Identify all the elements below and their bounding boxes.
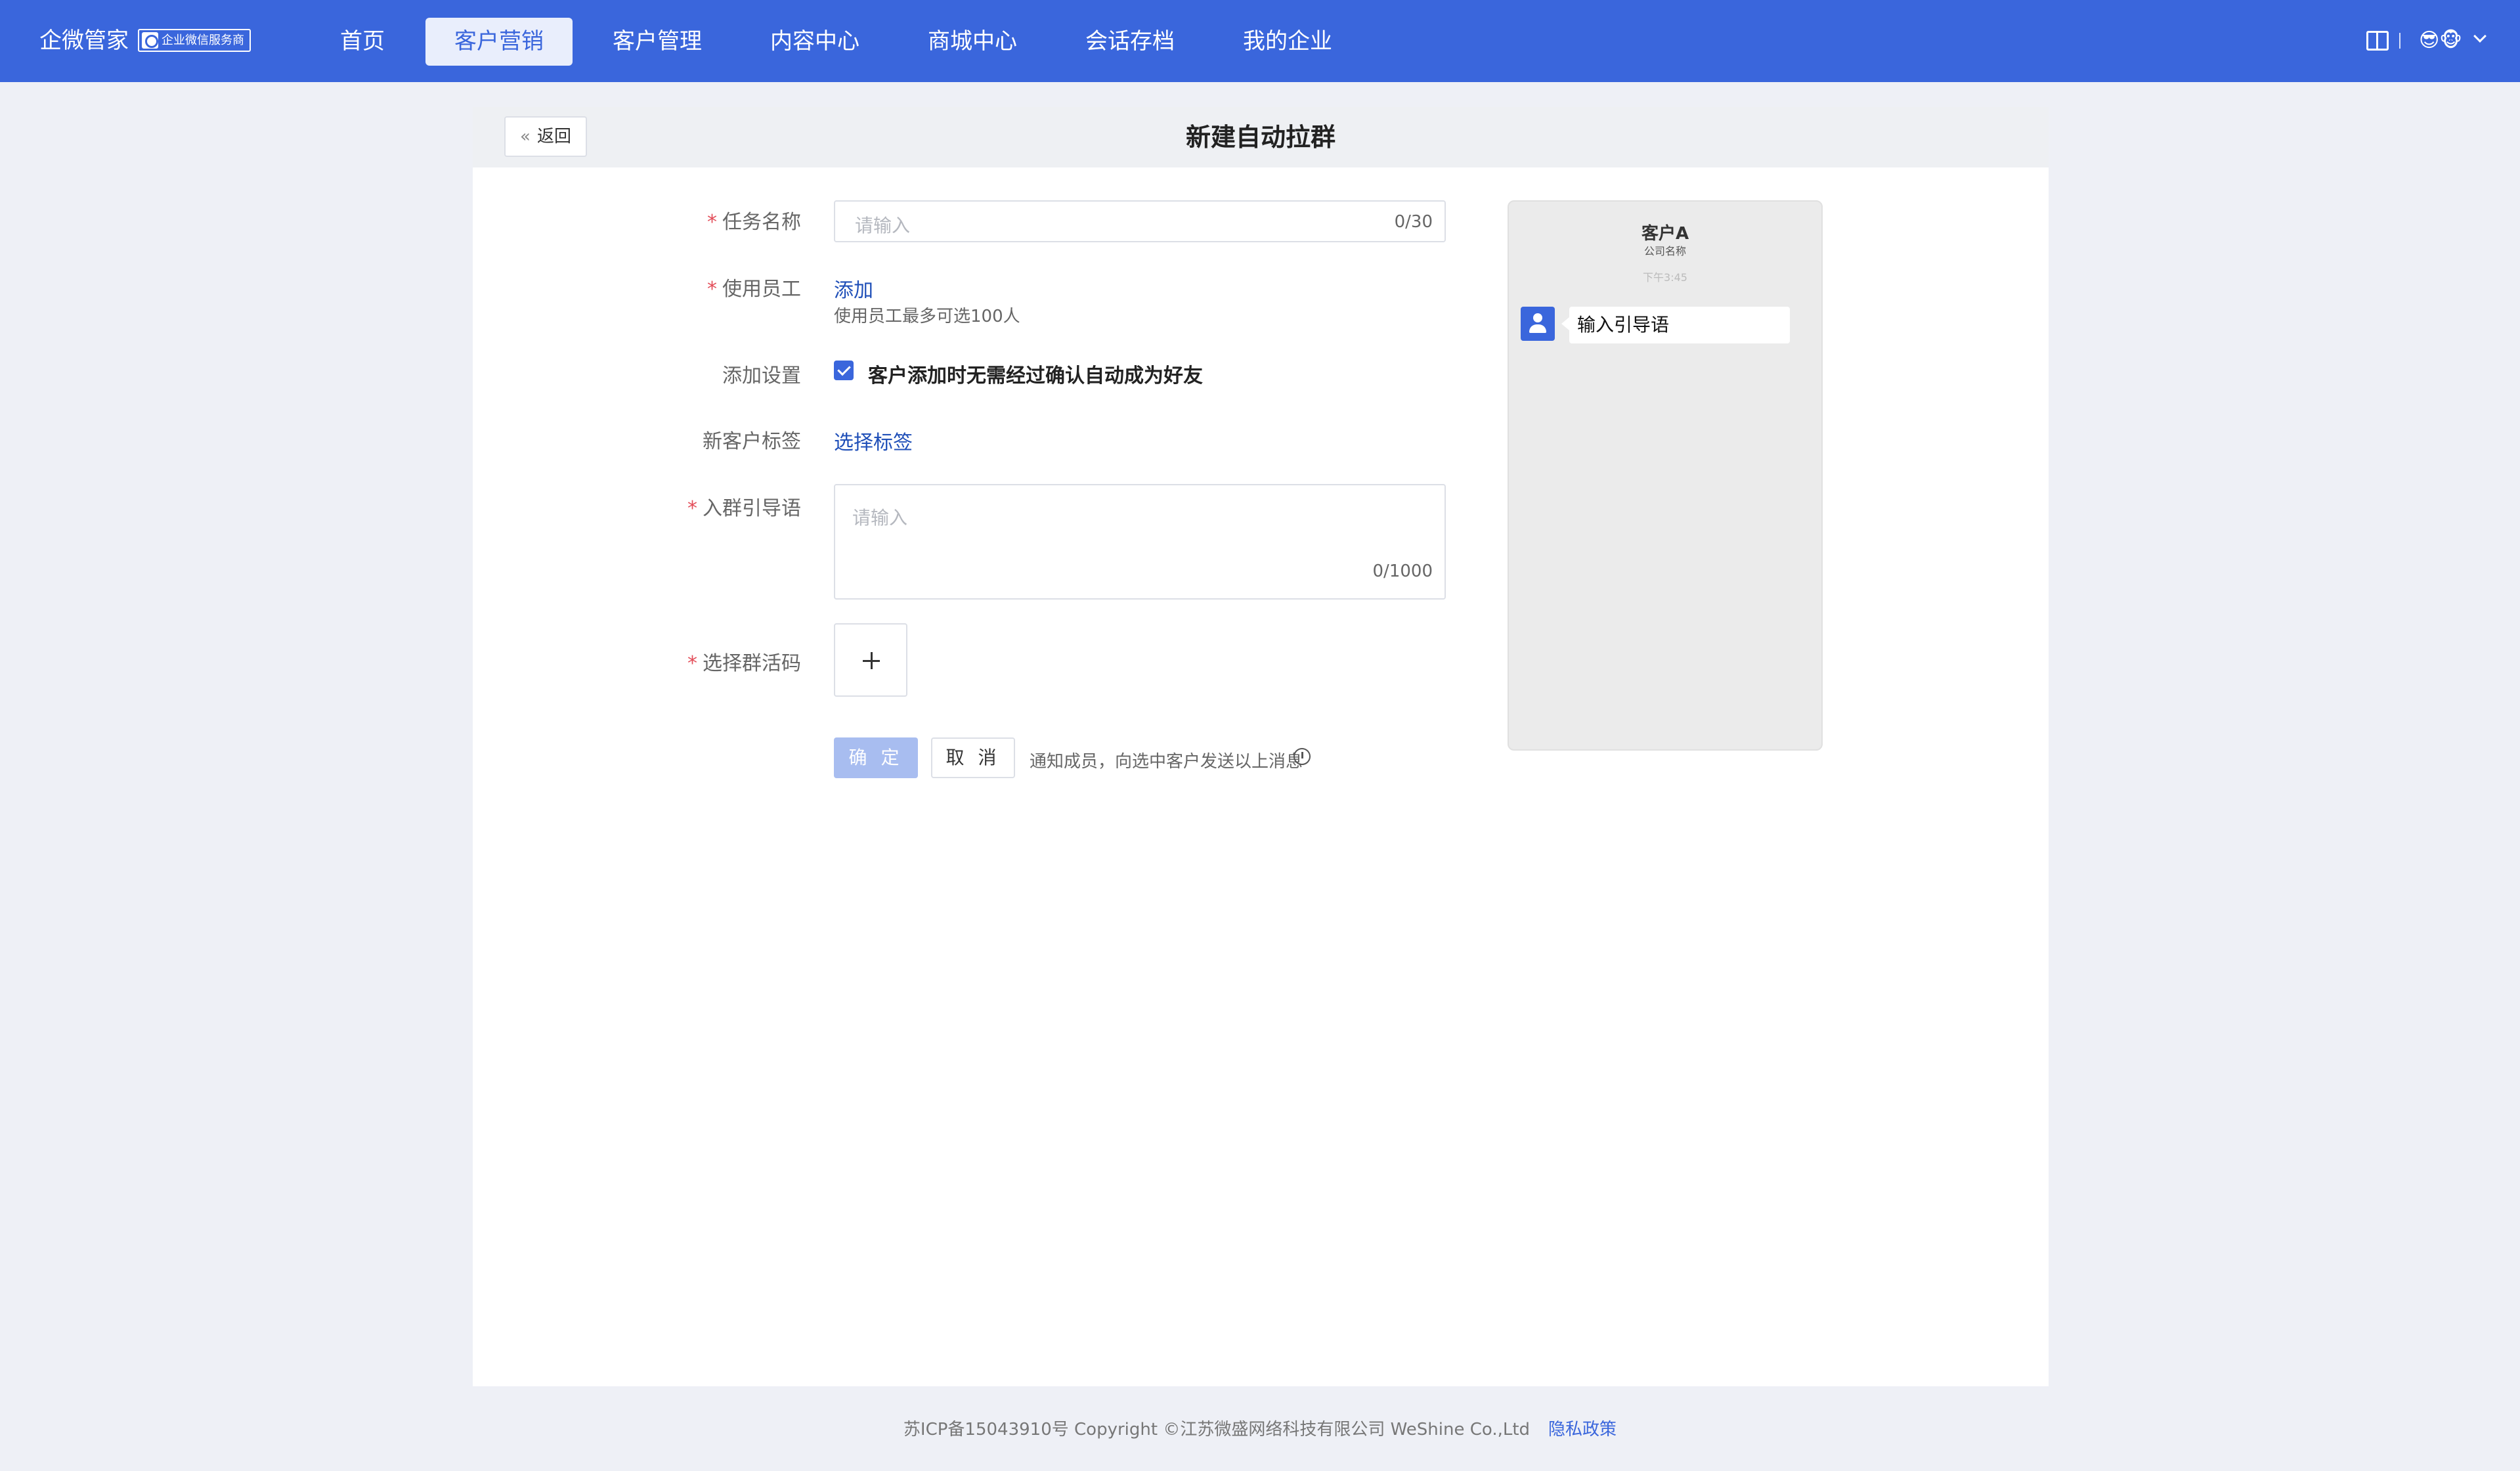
nav-item-chat-archive[interactable]: 会话存档 xyxy=(1078,18,1182,66)
auto-friend-option[interactable]: 客户添加时无需经过确认自动成为好友 xyxy=(868,359,1203,388)
guide-text-placeholder: 请输入 xyxy=(852,507,908,529)
add-setting-label: 添加设置 xyxy=(722,364,801,387)
brand-name[interactable]: 企微管家 xyxy=(39,25,129,56)
message-preview: 客户A 公司名称 下午3:45 输入引导语 xyxy=(1508,200,1823,751)
guide-text-textarea[interactable]: 请输入 0/1000 xyxy=(834,484,1446,600)
nav-item-customer-management[interactable]: 客户管理 xyxy=(605,18,709,66)
task-name-counter: 0/30 xyxy=(1394,212,1433,232)
guide-text-counter: 0/1000 xyxy=(1372,561,1433,581)
chevron-down-icon[interactable] xyxy=(2473,30,2487,43)
add-staff-link[interactable]: 添加 xyxy=(834,274,873,303)
double-chevron-left-icon: « xyxy=(520,127,531,146)
staff-label: * 使用员工 xyxy=(707,278,801,301)
new-customer-tags-label: 新客户标签 xyxy=(703,430,801,453)
book-icon[interactable] xyxy=(2366,31,2389,51)
copyright-text: 苏ICP备15043910号 Copyright ©江苏微盛网络科技有限公司 W… xyxy=(903,1420,1531,1439)
main-card: 新建自动拉群 « 返回 * 任务名称 请输入 0/30 * 使用员工 添加 使用员工… xyxy=(473,107,2049,1386)
required-mark: * xyxy=(707,278,717,301)
preview-time: 下午3:45 xyxy=(1643,271,1687,284)
guide-text-label: * 入群引导语 xyxy=(687,497,801,520)
footer: 苏ICP备15043910号 Copyright ©江苏微盛网络科技有限公司 W… xyxy=(0,1416,2520,1440)
task-name-label: * 任务名称 xyxy=(707,211,801,234)
card-header: 新建自动拉群 « 返回 xyxy=(473,107,2049,167)
user-area: 😎🐵 xyxy=(2316,25,2487,56)
notify-message: 通知成员，向选中客户发送以上消息 xyxy=(1030,752,1303,772)
back-button[interactable]: « 返回 xyxy=(504,116,587,157)
nav-item-content-center[interactable]: 内容中心 xyxy=(763,18,867,66)
nav-item-mall-center[interactable]: 商城中心 xyxy=(921,18,1024,66)
divider xyxy=(2399,33,2401,49)
user-icon xyxy=(1521,307,1555,341)
task-name-placeholder: 请输入 xyxy=(855,215,911,236)
service-provider-badge: 企业微信服务商 xyxy=(138,29,251,52)
select-tags-link[interactable]: 选择标签 xyxy=(834,426,913,455)
avatar[interactable]: 😎🐵 xyxy=(2419,28,2462,54)
required-mark: * xyxy=(687,652,697,675)
cancel-button[interactable]: 取 消 xyxy=(931,737,1015,778)
task-name-input[interactable]: 请输入 0/30 xyxy=(834,200,1446,242)
required-mark: * xyxy=(707,211,717,234)
group-code-label: * 选择群活码 xyxy=(687,652,801,675)
add-group-code-button[interactable] xyxy=(834,623,907,697)
preview-customer-name: 客户A xyxy=(1641,224,1689,244)
required-mark: * xyxy=(687,497,697,520)
preview-company: 公司名称 xyxy=(1643,245,1686,257)
info-icon[interactable] xyxy=(1293,748,1311,765)
top-nav-bar: 企微管家 企业微信服务商 首页 客户营销 客户管理 内容中心 商城中心 会话存档… xyxy=(0,0,2520,82)
page-title: 新建自动拉群 xyxy=(1185,123,1336,152)
preview-message-bubble: 输入引导语 xyxy=(1561,307,1790,343)
staff-limit-hint: 使用员工最多可选100人 xyxy=(834,307,1020,326)
wecom-logo-icon xyxy=(142,32,158,49)
back-label: 返回 xyxy=(537,127,572,146)
nav-item-customer-marketing[interactable]: 客户营销 xyxy=(425,18,573,66)
privacy-policy-link[interactable]: 隐私政策 xyxy=(1548,1420,1617,1439)
nav-item-my-enterprise[interactable]: 我的企业 xyxy=(1236,18,1339,66)
confirm-button[interactable]: 确 定 xyxy=(834,737,918,778)
auto-friend-checkbox[interactable] xyxy=(834,361,854,380)
badge-label: 企业微信服务商 xyxy=(162,33,244,47)
nav-item-home[interactable]: 首页 xyxy=(334,18,391,66)
